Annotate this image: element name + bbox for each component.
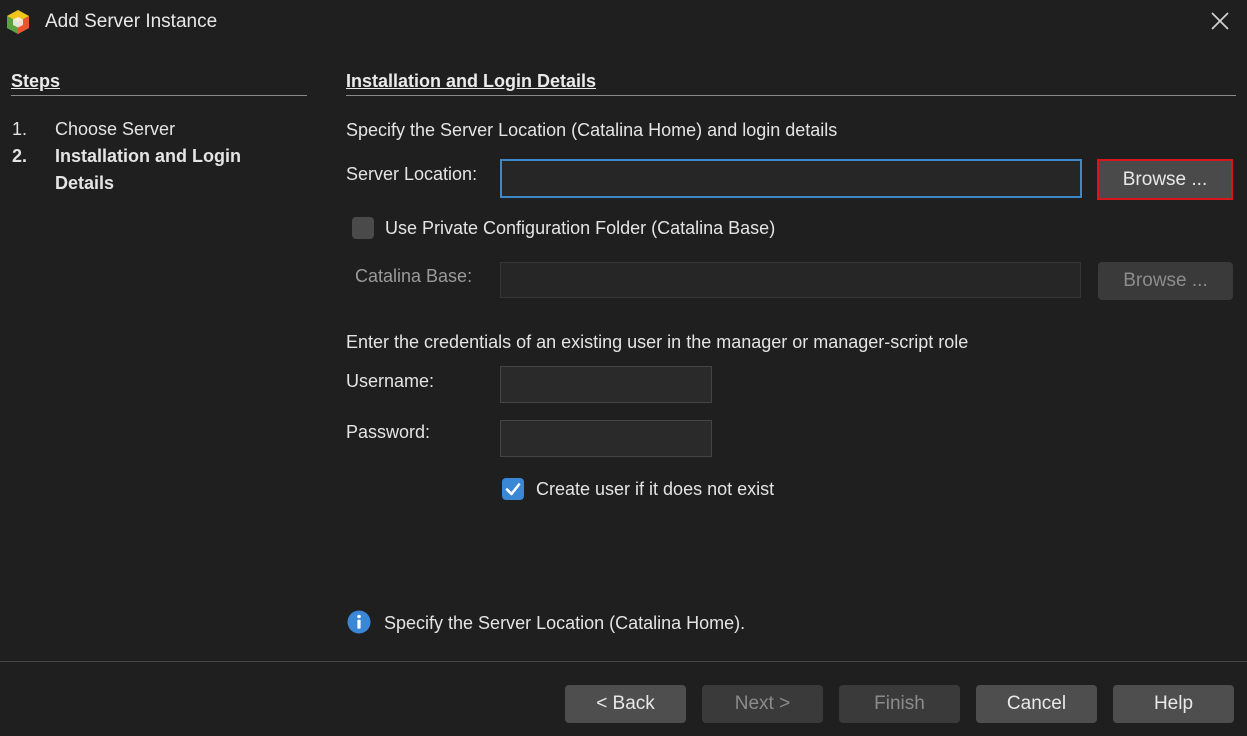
step-number: 2.: [12, 146, 28, 166]
step-label: Choose Server: [55, 119, 176, 139]
cancel-button[interactable]: Cancel: [976, 685, 1097, 723]
username-label: Username:: [346, 371, 435, 391]
server-location-label: Server Location:: [346, 164, 478, 184]
password-label: Password:: [346, 422, 431, 442]
private-config-label: Use Private Configuration Folder (Catali…: [385, 218, 776, 238]
catalina-base-input[interactable]: [500, 262, 1081, 298]
step-number: 1.: [12, 119, 28, 139]
add-server-dialog: Add Server Instance Steps 1. Choose Serv…: [0, 0, 1247, 736]
info-message: Specify the Server Location (Catalina Ho…: [384, 613, 746, 633]
step-item-choose-server: 1. Choose Server: [12, 116, 312, 143]
steps-heading: Steps: [11, 71, 307, 96]
server-location-input[interactable]: [500, 159, 1082, 198]
private-config-checkbox[interactable]: [352, 217, 374, 239]
password-input[interactable]: [500, 420, 712, 457]
netbeans-cube-icon: [7, 10, 29, 34]
back-button[interactable]: < Back: [565, 685, 686, 723]
next-button[interactable]: Next >: [702, 685, 823, 723]
window-title: Add Server Instance: [45, 11, 218, 32]
browse-server-location-button[interactable]: Browse ...: [1097, 159, 1233, 200]
intro-text: Specify the Server Location (Catalina Ho…: [346, 120, 838, 140]
browse-catalina-base-button[interactable]: Browse ...: [1098, 262, 1233, 300]
finish-button[interactable]: Finish: [839, 685, 960, 723]
close-icon[interactable]: [1207, 8, 1233, 34]
help-button[interactable]: Help: [1113, 685, 1234, 723]
create-user-label: Create user if it does not exist: [536, 479, 775, 499]
info-icon: [347, 610, 371, 634]
footer-divider: [0, 661, 1247, 662]
section-heading: Installation and Login Details: [346, 71, 1236, 96]
step-label: Installation and Login Details: [55, 146, 241, 193]
create-user-checkbox[interactable]: [502, 478, 524, 500]
title-bar: Add Server Instance: [0, 0, 1247, 44]
checkmark-icon: [505, 483, 521, 496]
username-input[interactable]: [500, 366, 712, 403]
catalina-base-label: Catalina Base:: [355, 266, 473, 286]
credentials-intro-text: Enter the credentials of an existing use…: [346, 332, 969, 352]
step-item-installation-login: 2. Installation and Login Details: [12, 143, 312, 197]
